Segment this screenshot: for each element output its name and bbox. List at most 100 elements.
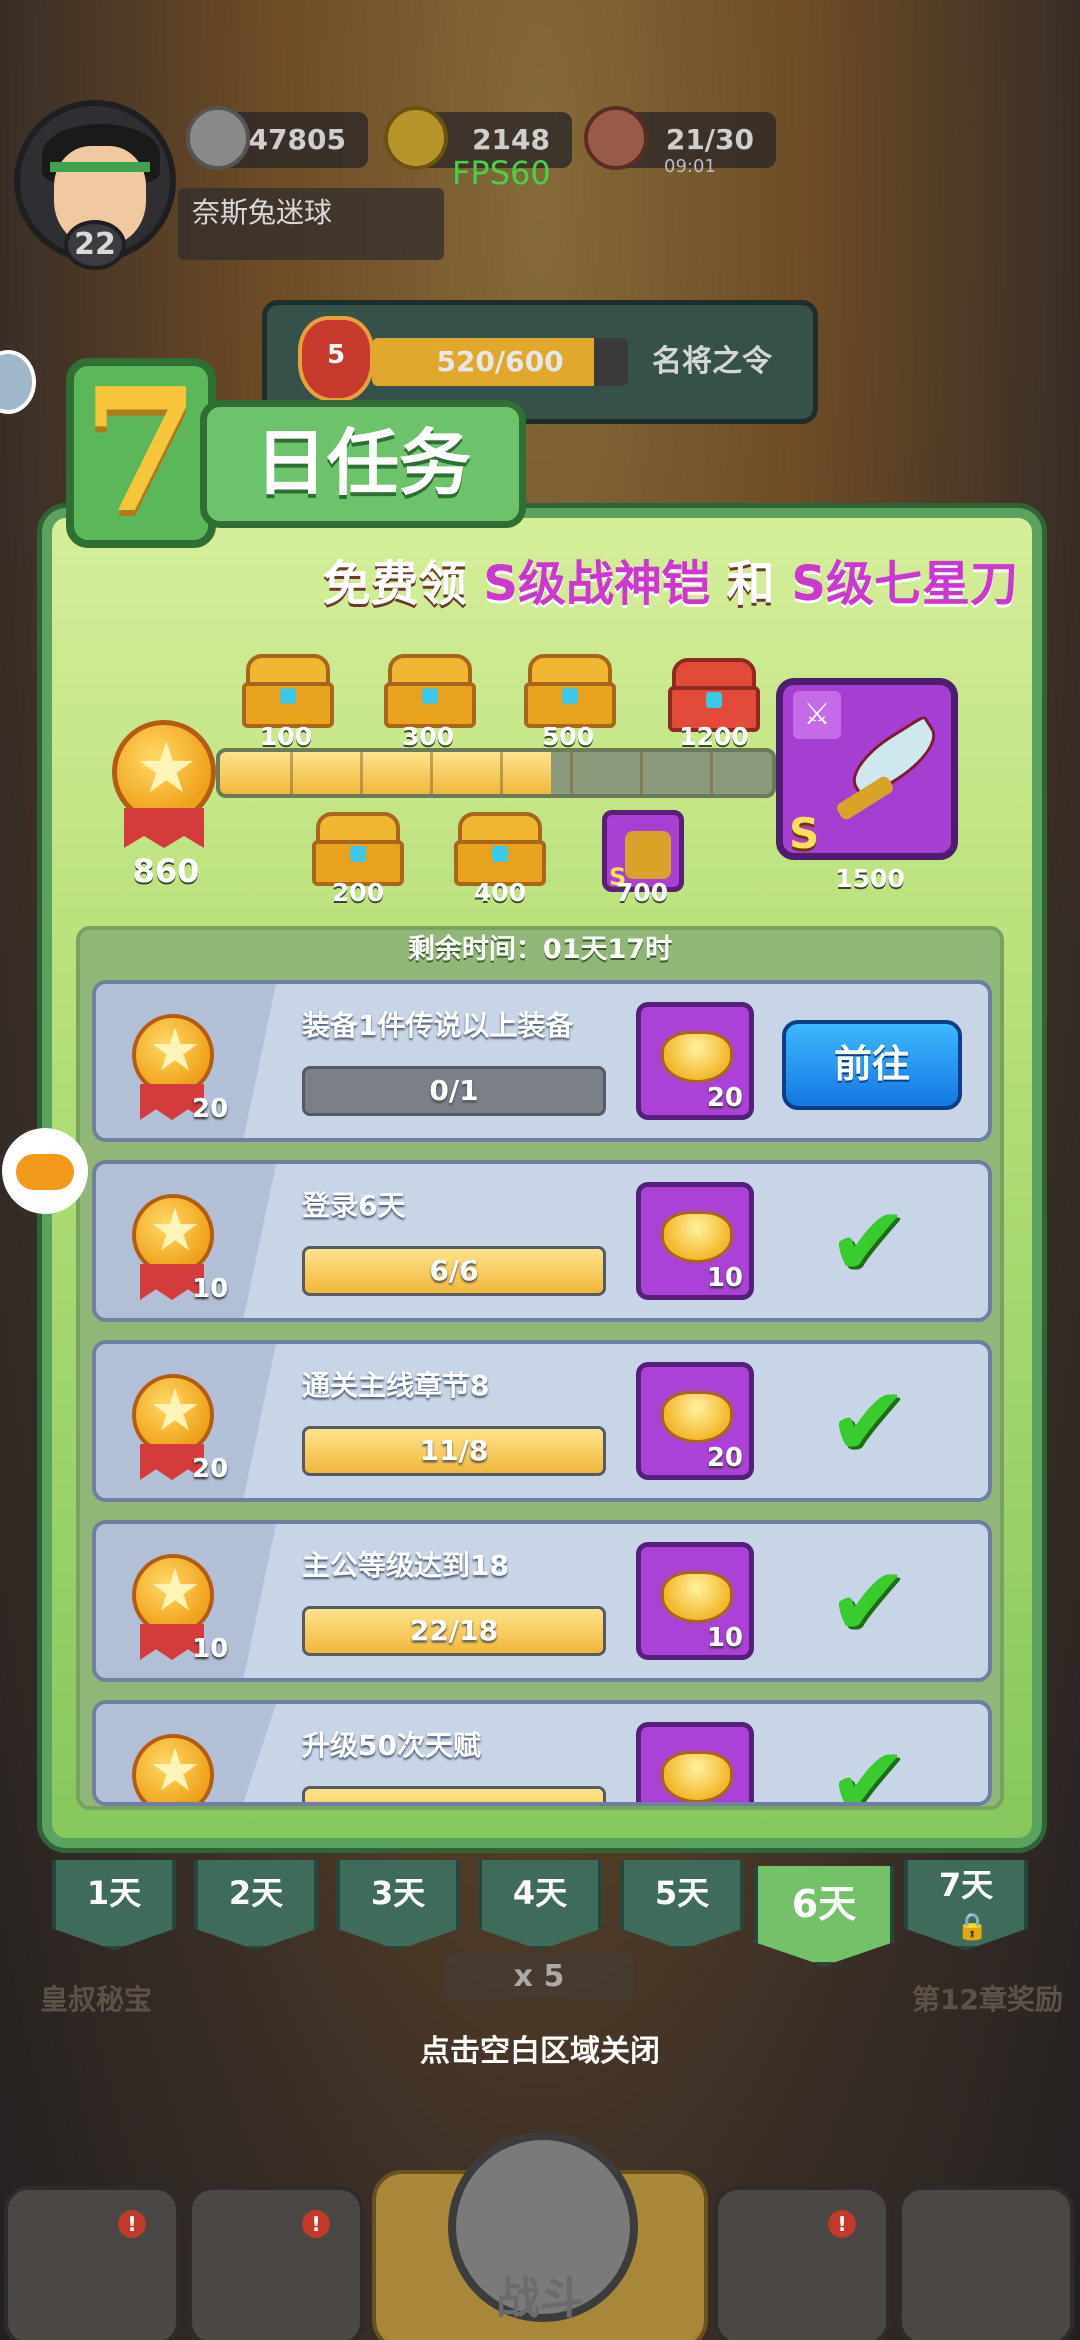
task-name: 主公等级达到18 — [302, 1549, 509, 1582]
nav-equipment[interactable] — [714, 2186, 890, 2340]
task-progress-bar: 0/1 — [302, 1066, 606, 1116]
task-reward-amount: 20 — [706, 1083, 743, 1113]
battle-label: 战斗 — [496, 2273, 584, 2324]
task-reward-amount: 10 — [706, 1623, 743, 1653]
task-reward[interactable]: 10 — [636, 1542, 754, 1660]
task-reward[interactable] — [636, 1722, 754, 1802]
current-score: 860 — [132, 852, 200, 890]
task-name: 装备1件传说以上装备 — [302, 1009, 574, 1042]
track-divider — [290, 752, 293, 794]
task-reward-amount: 20 — [706, 1443, 743, 1473]
go-button[interactable]: 前往 — [782, 1020, 962, 1110]
task-reward[interactable]: 10 — [636, 1182, 754, 1300]
milestone-400: 400 — [473, 878, 527, 907]
milestone-1500: 1500 — [835, 864, 905, 893]
task-row[interactable]: 20 通关主线章节8 11/8 20 ✔ — [92, 1340, 992, 1502]
title-number: 7 — [66, 358, 216, 548]
chest-1200-icon[interactable] — [668, 658, 760, 732]
gold-ingot-icon — [661, 1031, 733, 1083]
chest-300-icon[interactable] — [384, 654, 476, 728]
task-progress-text: 22/18 — [409, 1614, 499, 1647]
task-progress-text — [305, 1789, 603, 1802]
stamina-value: 21/30 — [665, 123, 754, 156]
milestone-1200: 1200 — [679, 722, 749, 751]
gold-value: 2148 — [472, 123, 550, 156]
gold-ingot-icon — [661, 1571, 733, 1623]
track-divider — [710, 752, 713, 794]
task-name: 通关主线章节8 — [302, 1369, 490, 1402]
day-tab-label: 3天 — [370, 1874, 426, 1912]
nav-upgrade[interactable] — [898, 2186, 1074, 2340]
nav-shop[interactable] — [4, 2186, 180, 2340]
promo-item-blade: S级七星刀 — [791, 556, 1018, 612]
task-medal-icon — [132, 1014, 214, 1096]
task-row[interactable]: 升级50次天赋 ✔ — [92, 1700, 992, 1806]
task-progress-bar: 22/18 — [302, 1606, 606, 1656]
completed-check-icon: ✔ — [828, 1366, 909, 1478]
chest-100-icon[interactable] — [242, 654, 334, 728]
gamepad-icon[interactable] — [2, 1128, 88, 1214]
silver-value: 47805 — [248, 123, 346, 156]
task-reward[interactable]: 20 — [636, 1002, 754, 1120]
milestone-500: 500 — [541, 722, 595, 751]
chest-400-icon[interactable] — [454, 812, 546, 886]
chapter-reward-label[interactable]: 第12章奖励 — [912, 1978, 1063, 2018]
task-row[interactable]: 10 登录6天 6/6 10 ✔ — [92, 1160, 992, 1322]
task-reward[interactable]: 20 — [636, 1362, 754, 1480]
task-medal-points: 10 — [192, 1274, 229, 1304]
task-medal-icon — [132, 1374, 214, 1456]
close-hint: 点击空白区域关闭 — [420, 2034, 660, 2069]
day-tab-label: 5天 — [654, 1874, 710, 1912]
track-divider — [570, 752, 573, 794]
promo-item-armor: S级战神铠 — [483, 556, 710, 612]
task-progress-bar — [302, 1786, 606, 1802]
token-label: 名将之令 — [652, 344, 772, 379]
player-level-badge: 22 — [64, 220, 126, 270]
player-name: 奈斯兔迷球 — [178, 188, 444, 260]
promo-mid: 和 — [709, 556, 792, 612]
milestone-700: 700 — [615, 878, 669, 907]
task-medal-ribbon — [140, 1804, 204, 1806]
chest-500-icon[interactable] — [524, 654, 616, 728]
avatar-headband — [50, 162, 150, 172]
milestone-200: 200 — [331, 878, 385, 907]
task-medal-points: 20 — [192, 1454, 229, 1484]
task-reward-amount: 10 — [706, 1263, 743, 1293]
seven-star-blade-reward[interactable]: ⚔ S — [776, 678, 958, 860]
day-tab-label: 7天 — [938, 1866, 994, 1904]
silver-coin-icon — [186, 106, 250, 170]
promo-text: 免费领 S级战神铠 和 S级七星刀 — [258, 548, 1018, 620]
sword-type-icon: ⚔ — [793, 691, 841, 739]
score-progress-track — [216, 748, 776, 798]
milestone-100: 100 — [259, 722, 313, 751]
token-rank-medal: 5 — [298, 316, 374, 402]
task-medal-icon — [132, 1734, 214, 1802]
nav-equipment-badge: ! — [828, 2210, 856, 2238]
task-name: 登录6天 — [302, 1189, 406, 1222]
task-medal-points: 20 — [192, 1094, 229, 1124]
milestone-300: 300 — [401, 722, 455, 751]
lock-icon: 🔒 — [956, 1912, 989, 1942]
task-progress-text: 0/1 — [429, 1074, 479, 1107]
task-progress-bar: 6/6 — [302, 1246, 606, 1296]
stamina-timer: 09:01 — [664, 156, 716, 177]
completed-check-icon: ✔ — [828, 1546, 909, 1658]
imperial-treasure-label[interactable]: 皇叔秘宝 — [40, 1978, 152, 2018]
day-tab-label: 6天 — [791, 1882, 857, 1926]
task-medal-points: 10 — [192, 1634, 229, 1664]
title-banner: 日任务 — [200, 400, 526, 528]
gold-ingot-icon — [661, 1211, 733, 1263]
token-progress-text: 520/600 — [436, 345, 564, 378]
track-divider — [500, 752, 503, 794]
nav-heroes[interactable] — [188, 2186, 364, 2340]
task-row[interactable]: 10 主公等级达到18 22/18 10 ✔ — [92, 1520, 992, 1682]
track-divider — [640, 752, 643, 794]
nav-heroes-badge: ! — [302, 2210, 330, 2238]
chest-200-icon[interactable] — [312, 812, 404, 886]
meat-icon — [584, 106, 648, 170]
task-row[interactable]: 20 装备1件传说以上装备 0/1 20 前往 — [92, 980, 992, 1142]
completed-check-icon: ✔ — [828, 1186, 909, 1298]
promo-prefix: 免费领 — [322, 556, 484, 612]
task-progress-text: 11/8 — [419, 1434, 489, 1467]
task-medal-icon — [132, 1194, 214, 1276]
